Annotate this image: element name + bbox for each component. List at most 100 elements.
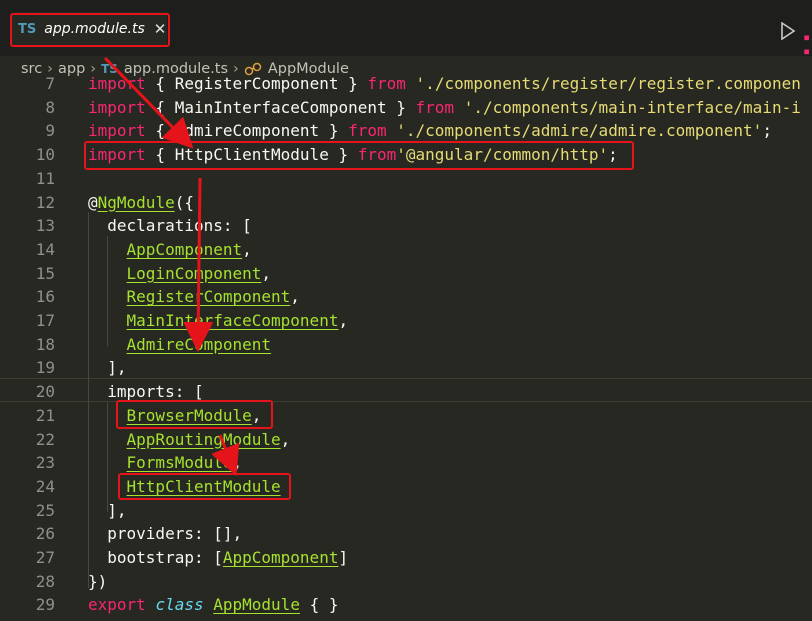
code-token: AppComponent	[126, 239, 243, 259]
code-line[interactable]: 22 AppRoutingModule,	[0, 428, 812, 452]
code-token: './components/main-interface/main-i	[463, 97, 801, 117]
line-number: 21	[35, 405, 55, 425]
code-token: AppComponent	[222, 548, 339, 567]
code-text: import { AdmireComponent } from './compo…	[88, 119, 772, 143]
code-text: import { MainInterfaceComponent } from '…	[88, 96, 801, 120]
code-token: })	[88, 571, 108, 591]
code-token: imports: [	[88, 382, 204, 402]
code-token: { }	[299, 595, 339, 615]
annotation-box-tab	[10, 13, 170, 47]
code-text: ],	[88, 356, 126, 380]
code-token: import	[88, 74, 146, 93]
code-text: ],	[88, 499, 126, 523]
code-line[interactable]: 23 FormsModule,	[0, 451, 812, 475]
code-text: @NgModule({	[88, 191, 194, 215]
run-icon[interactable]	[780, 22, 796, 40]
line-number: 7	[45, 74, 55, 93]
code-text: import { RegisterComponent } from './com…	[88, 72, 801, 96]
annotation-box-browser-module	[116, 400, 273, 429]
code-text: providers: [],	[88, 522, 242, 546]
code-token: declarations: [	[88, 216, 252, 236]
code-token: class	[155, 595, 204, 615]
scrollbar-marker[interactable]: ▪ ▪	[803, 30, 812, 70]
code-token: NgModule	[97, 192, 175, 212]
code-token: ]	[338, 548, 349, 567]
code-line[interactable]: 26 providers: [],	[0, 522, 812, 546]
code-text: RegisterComponent,	[88, 285, 300, 309]
code-token: ({	[174, 192, 194, 212]
code-token: { AdmireComponent }	[145, 121, 349, 141]
code-token: ,	[338, 311, 349, 330]
code-line[interactable]: 8 import { MainInterfaceComponent } from …	[0, 96, 812, 120]
line-number: 15	[35, 263, 55, 283]
code-line[interactable]: 28})	[0, 570, 812, 594]
code-line[interactable]: 17 MainInterfaceComponent,	[0, 309, 812, 333]
code-token: AppModule	[213, 595, 300, 615]
code-line[interactable]: 7 import { RegisterComponent } from './co…	[0, 72, 812, 96]
line-number: 26	[35, 524, 55, 544]
code-token: FormsModule	[126, 453, 233, 473]
code-text: AppComponent,	[88, 238, 252, 262]
code-line[interactable]: 11	[0, 167, 812, 191]
code-token: from	[348, 121, 387, 141]
code-text: bootstrap: [AppComponent]	[88, 546, 348, 570]
code-token: ,	[280, 429, 291, 449]
code-token: providers: [],	[88, 524, 243, 544]
code-token: RegisterComponent	[174, 74, 339, 93]
line-number: 28	[35, 571, 55, 591]
code-line[interactable]: 14 AppComponent,	[0, 238, 812, 262]
code-token: bootstrap: [	[88, 548, 223, 567]
code-token: from	[415, 97, 455, 117]
annotation-box-import-line	[84, 141, 634, 170]
line-number: 23	[35, 453, 55, 473]
line-number: 17	[35, 311, 55, 330]
line-number: 14	[35, 239, 55, 259]
code-line[interactable]: 16 RegisterComponent,	[0, 285, 812, 309]
code-token: ,	[261, 263, 272, 283]
code-token: ,	[242, 239, 252, 259]
code-token: MainInterfaceComponent	[126, 311, 339, 330]
line-number: 29	[35, 595, 55, 615]
line-number: 9	[45, 121, 55, 141]
line-number: 19	[35, 358, 55, 378]
line-number: 11	[35, 168, 55, 188]
code-token: from	[367, 74, 406, 93]
code-line[interactable]: 18 AdmireComponent	[0, 333, 812, 357]
code-line[interactable]: 29 export class AppModule { }	[0, 593, 812, 617]
code-text: declarations: [	[88, 214, 252, 238]
code-line[interactable]: 12 @NgModule({	[0, 191, 812, 215]
code-token: LoginComponent	[126, 263, 262, 283]
code-token: RegisterComponent	[126, 287, 291, 307]
line-number: 24	[35, 476, 55, 496]
code-text: LoginComponent,	[88, 262, 272, 286]
code-text: AppRoutingModule,	[88, 428, 291, 452]
code-token: './components/admire/admire.component'	[396, 121, 763, 141]
code-text: MainInterfaceComponent,	[88, 309, 349, 333]
code-text: export class AppModule { }	[88, 593, 338, 617]
line-number: 20	[35, 382, 55, 402]
code-line[interactable]: 27 bootstrap: [AppComponent]	[0, 546, 812, 570]
code-token: import	[88, 121, 146, 141]
line-number: 27	[35, 548, 55, 567]
code-token: ;	[762, 121, 772, 141]
code-token: AppRoutingModule	[126, 429, 281, 449]
code-line[interactable]: 15 LoginComponent,	[0, 262, 812, 286]
code-token: ,	[290, 287, 300, 307]
line-number: 18	[35, 334, 55, 354]
code-line[interactable]: 19 ],	[0, 356, 812, 380]
code-line[interactable]: 25 ],	[0, 499, 812, 523]
code-line[interactable]: 9 import { AdmireComponent } from './comp…	[0, 119, 812, 143]
code-text: })	[88, 570, 107, 594]
code-token: @	[88, 192, 98, 212]
code-line[interactable]: 13 declarations: [	[0, 214, 812, 238]
code-token: { MainInterfaceComponent }	[145, 97, 416, 117]
